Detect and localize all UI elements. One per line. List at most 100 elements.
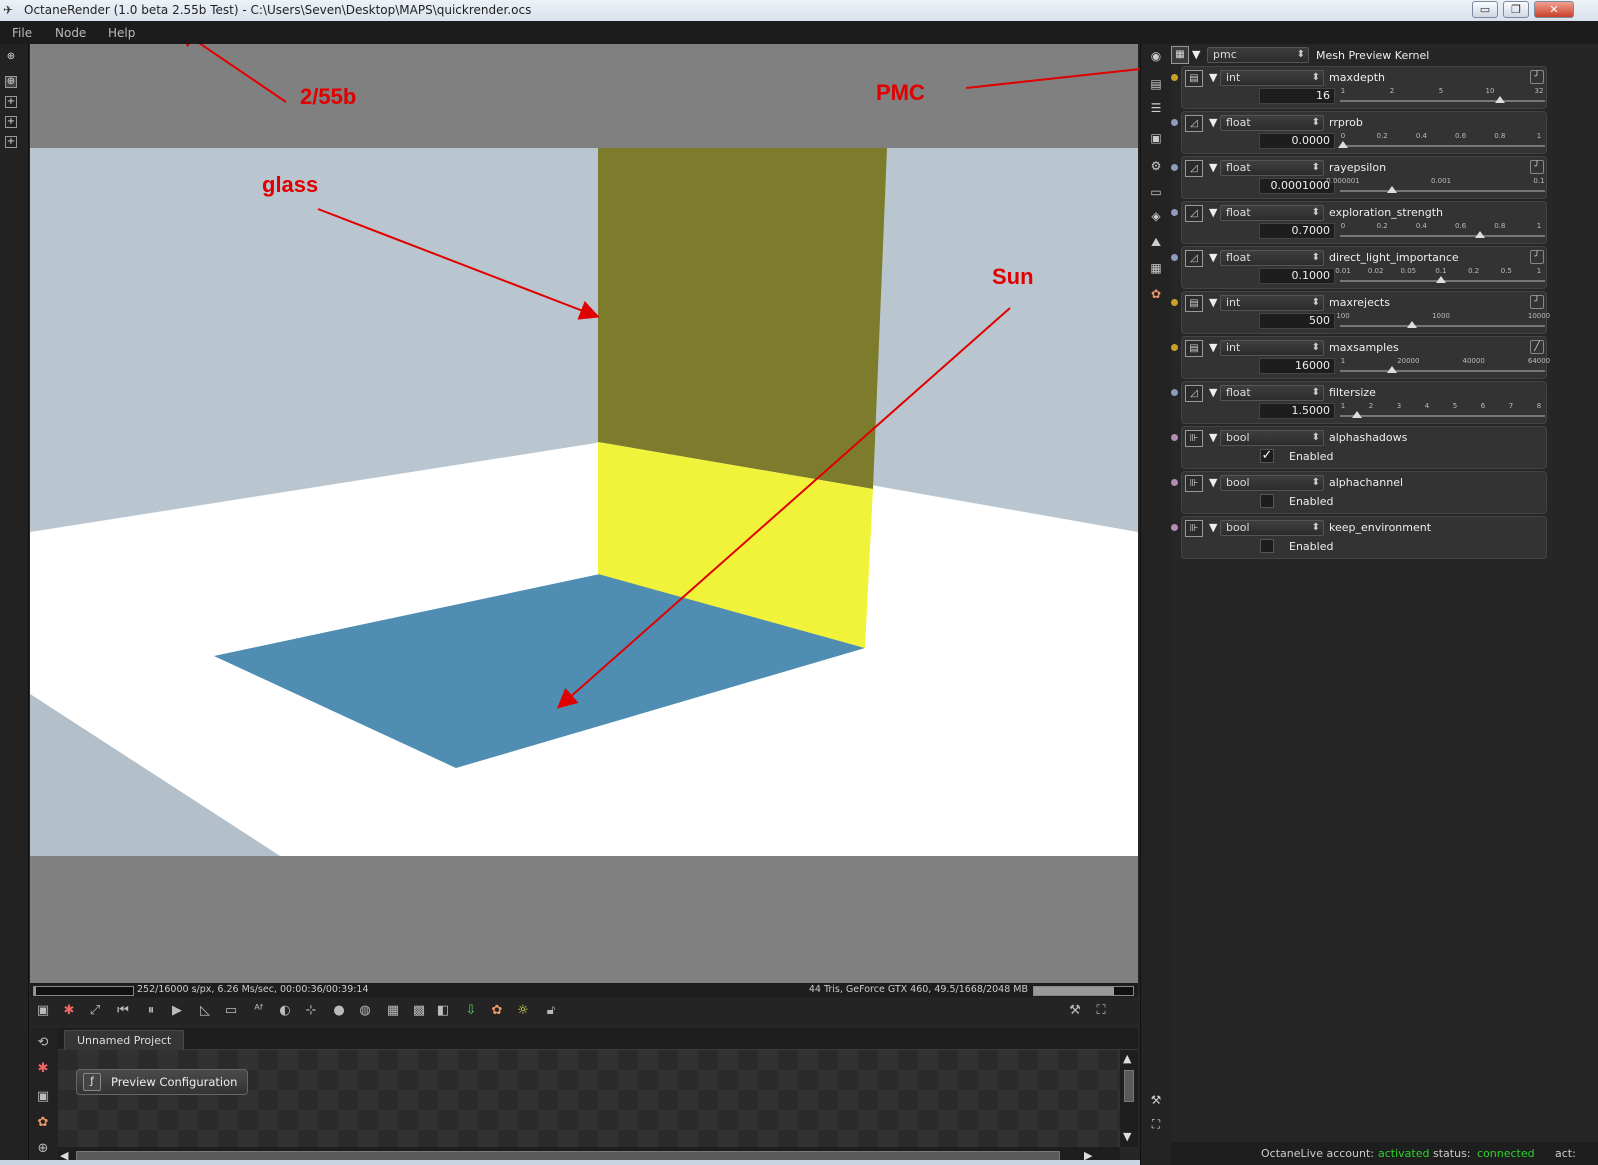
alpha-icon[interactable]: ◧ — [434, 1002, 452, 1020]
kernel-node-icon[interactable]: ▦ — [1171, 46, 1189, 64]
preview-configuration-node[interactable]: ƒ Preview Configuration — [76, 1069, 249, 1095]
param-value-field[interactable]: 16 — [1259, 88, 1335, 104]
render-viewport[interactable]: 2/55b PMC glass Sun — [30, 44, 1138, 983]
param-slider[interactable]: 0.01 0.02 0.05 0.1 0.2 0.5 1 — [1335, 267, 1545, 287]
autofocus-icon[interactable]: ᴬᶠ — [250, 1002, 268, 1020]
collapse-triangle-icon[interactable]: ▼ — [1209, 431, 1217, 444]
param-pin-dot[interactable] — [1171, 164, 1178, 171]
expand-icon[interactable]: + — [5, 96, 17, 108]
param-type-dropdown[interactable]: int — [1220, 295, 1324, 311]
fit-icon[interactable]: ⤢ — [86, 1002, 104, 1020]
pause-icon[interactable]: ⏸ — [142, 1002, 160, 1020]
maximize-button[interactable]: ❐ — [1503, 1, 1529, 18]
checker-icon[interactable]: ▩ — [410, 1002, 428, 1020]
render-settings-icon[interactable]: ⚙ — [1148, 158, 1164, 174]
param-slider[interactable]: 1 20000 40000 64000 — [1340, 357, 1550, 377]
param-type-dropdown[interactable]: float — [1220, 160, 1324, 176]
param-slider[interactable]: 0 0.2 0.4 0.6 0.8 1 — [1338, 132, 1545, 152]
select-tool-icon[interactable]: ⊕ — [5, 76, 17, 88]
collapse-triangle-icon[interactable]: ▼ — [1209, 386, 1217, 399]
collapse-triangle-icon[interactable]: ▼ — [1209, 296, 1217, 309]
bool-type-icon[interactable]: ⊪ — [1185, 475, 1203, 492]
bool-type-icon[interactable]: ⊪ — [1185, 520, 1203, 537]
fullscreen-icon[interactable]: ⛶ — [1148, 1116, 1164, 1132]
graph-save-icon[interactable]: ▣ — [34, 1088, 52, 1106]
stack-icon[interactable]: ☰ — [1148, 100, 1164, 116]
monitor-icon[interactable]: ▭ — [1148, 184, 1164, 200]
collapse-triangle-icon[interactable]: ▼ — [1192, 48, 1200, 61]
slider-curve-icon[interactable]: ╯ — [1530, 70, 1544, 84]
slider-thumb[interactable] — [1387, 366, 1397, 373]
slider-thumb[interactable] — [1436, 276, 1446, 283]
slider-thumb[interactable] — [1338, 141, 1348, 148]
graph-vertical-scrollbar[interactable]: ▲ ▼ — [1120, 1050, 1138, 1147]
param-pin-dot[interactable] — [1171, 389, 1178, 396]
environment-icon[interactable]: ◈ — [1148, 208, 1164, 224]
param-pin-dot[interactable] — [1171, 74, 1178, 81]
param-value-field[interactable]: 0.7000 — [1259, 223, 1335, 239]
slider-thumb[interactable] — [1406, 321, 1417, 328]
param-pin-dot[interactable] — [1171, 524, 1178, 531]
param-pin-dot[interactable] — [1171, 479, 1178, 486]
float-type-icon[interactable]: ◿ — [1185, 160, 1203, 177]
float-type-icon[interactable]: ◿ — [1185, 385, 1203, 402]
pin-icon[interactable]: ⊕ — [5, 52, 17, 64]
param-type-dropdown[interactable]: int — [1220, 70, 1324, 86]
graph-pin-icon[interactable]: ⊕ — [34, 1140, 52, 1158]
param-value-field[interactable]: 0.0001000 — [1259, 178, 1335, 194]
param-slider[interactable]: 0 0.2 0.4 0.6 0.8 1 — [1340, 222, 1545, 242]
slider-thumb[interactable] — [1475, 231, 1486, 238]
param-pin-dot[interactable] — [1171, 254, 1178, 261]
region-icon[interactable]: ▦ — [384, 1002, 402, 1020]
param-type-dropdown[interactable]: bool — [1220, 475, 1324, 491]
param-slider[interactable]: 0.000001 0.001 0.1 — [1326, 177, 1545, 197]
kernel-type-dropdown[interactable]: pmc — [1207, 47, 1309, 63]
wrench-icon[interactable]: ⚒ — [1148, 1092, 1164, 1108]
menu-node[interactable]: Node — [55, 26, 86, 40]
param-slider[interactable]: 100 1000 10000 — [1336, 312, 1550, 332]
slider-thumb[interactable] — [1387, 186, 1397, 193]
tab-unnamed-project[interactable]: Unnamed Project — [64, 1030, 185, 1050]
collapse-triangle-icon[interactable]: ▼ — [1209, 206, 1217, 219]
param-pin-dot[interactable] — [1171, 299, 1178, 306]
import-icon[interactable]: ⇩ — [462, 1002, 480, 1020]
orbit-icon[interactable]: ◐ — [276, 1002, 294, 1020]
graph-refresh-icon[interactable]: ⟲ — [34, 1034, 52, 1052]
param-type-dropdown[interactable]: float — [1220, 250, 1324, 266]
image-icon[interactable]: ▣ — [1148, 130, 1164, 146]
collapse-triangle-icon[interactable]: ▼ — [1209, 476, 1217, 489]
graph-material-icon[interactable]: ✿ — [34, 1114, 52, 1132]
float-type-icon[interactable]: ◿ — [1185, 250, 1203, 267]
enabled-checkbox[interactable] — [1260, 539, 1274, 553]
float-type-icon[interactable]: ◿ — [1185, 205, 1203, 222]
slider-curve-icon[interactable]: ╯ — [1530, 160, 1544, 174]
slider-curve-icon[interactable]: ╱ — [1530, 340, 1544, 354]
vertical-scroll-thumb[interactable] — [1124, 1070, 1134, 1102]
scroll-down-icon[interactable]: ▼ — [1123, 1130, 1131, 1143]
sphere-alt-icon[interactable]: ◍ — [356, 1002, 374, 1020]
camera-icon[interactable]: ◉ — [1148, 48, 1164, 64]
material-picker-icon[interactable]: ✿ — [488, 1002, 506, 1020]
menu-help[interactable]: Help — [108, 26, 135, 40]
minimize-button[interactable]: ▭ — [1472, 1, 1498, 18]
param-pin-dot[interactable] — [1171, 119, 1178, 126]
param-value-field[interactable]: 0.0000 — [1259, 133, 1335, 149]
int-type-icon[interactable]: ▤ — [1185, 295, 1203, 312]
layers-icon[interactable]: ▤ — [1148, 76, 1164, 92]
param-value-field[interactable]: 0.1000 — [1259, 268, 1335, 284]
scroll-up-icon[interactable]: ▲ — [1123, 1052, 1131, 1065]
restart-icon[interactable]: ⏮ — [114, 1002, 132, 1020]
param-slider[interactable]: 1 2 5 10 32 — [1340, 87, 1545, 107]
monitor-icon[interactable]: ▭ — [222, 1002, 240, 1020]
param-pin-dot[interactable] — [1171, 344, 1178, 351]
picture-icon[interactable]: ⛰ — [1148, 234, 1164, 250]
slider-thumb[interactable] — [1351, 411, 1362, 418]
enabled-checkbox[interactable]: ✓ — [1260, 449, 1274, 463]
save-render-icon[interactable]: ▣ — [34, 1002, 52, 1020]
param-value-field[interactable]: 1.5000 — [1259, 403, 1335, 419]
material-icon[interactable]: ✿ — [1148, 286, 1164, 302]
sun-icon[interactable]: ☼ — [514, 1002, 532, 1020]
expand-icon[interactable]: + — [5, 116, 17, 128]
param-slider[interactable]: 1 2 3 4 5 6 7 8 — [1340, 402, 1545, 422]
play-icon[interactable]: ▶ — [168, 1002, 186, 1020]
